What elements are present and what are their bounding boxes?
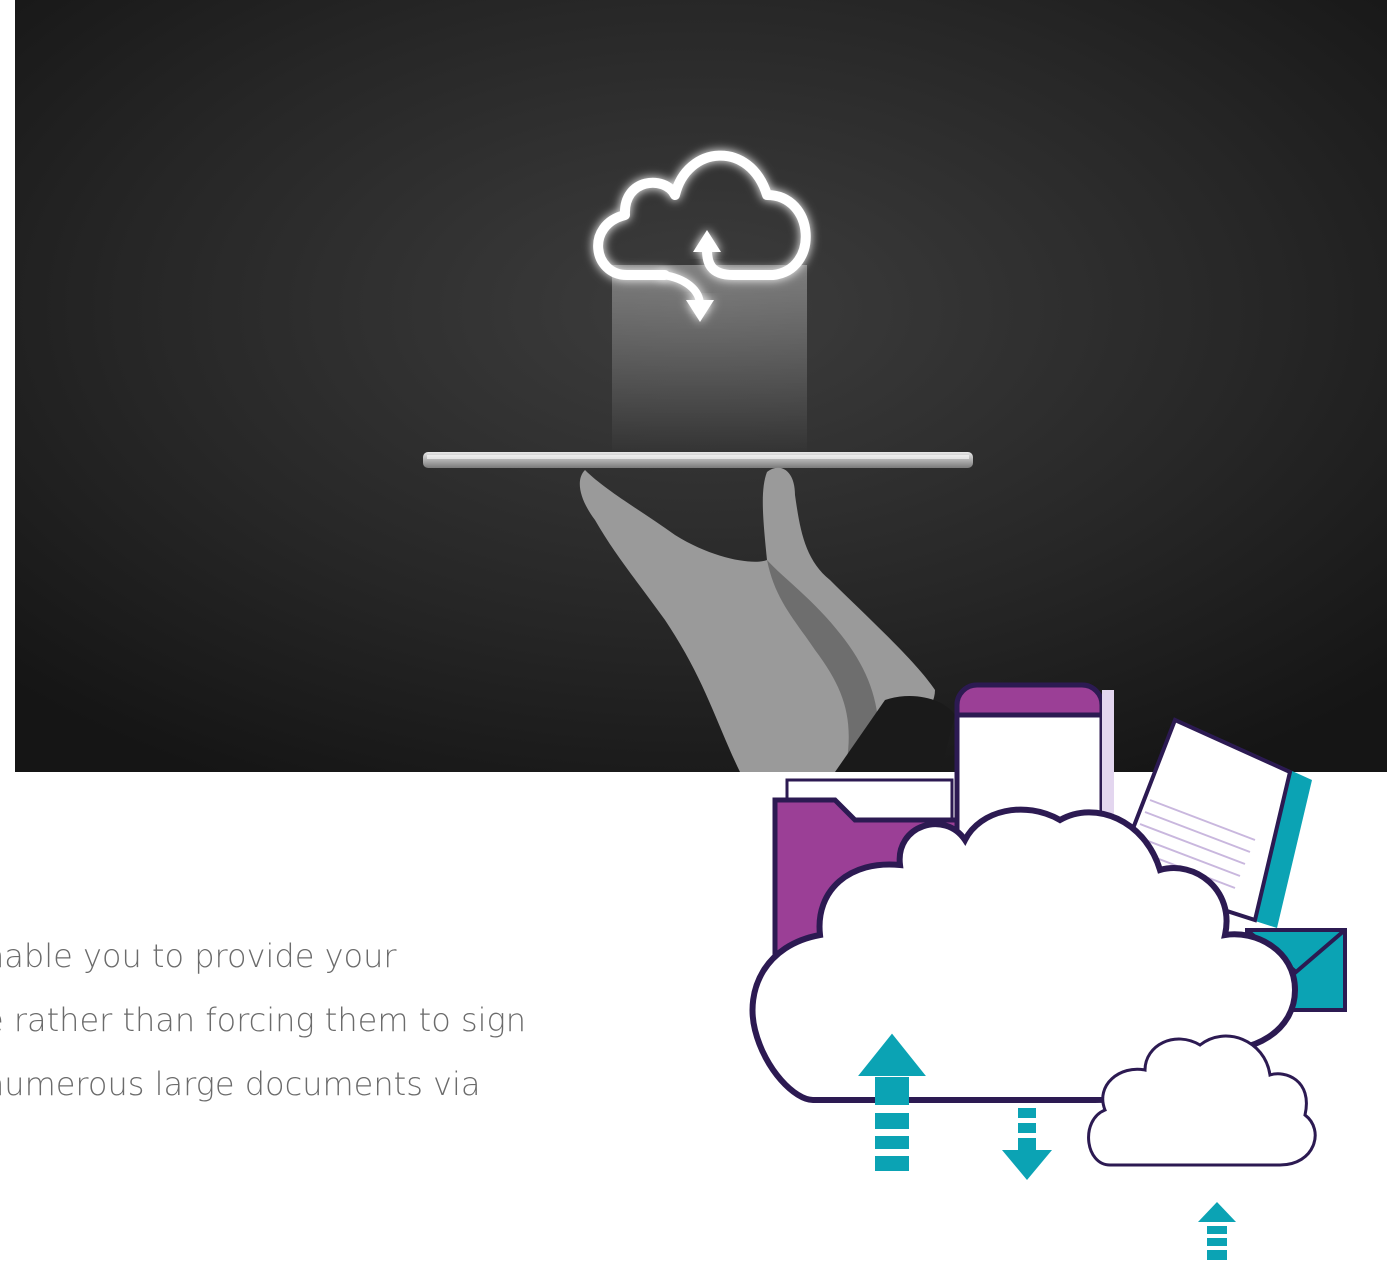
- hero-image: [15, 0, 1387, 772]
- body-text-line: numerous large documents via: [0, 1065, 481, 1103]
- body-text: nable you to provide your e rather than …: [0, 924, 760, 1116]
- cloud-storage-illustration: [735, 660, 1387, 1267]
- upload-arrow-small-icon: [1198, 1202, 1236, 1260]
- download-arrow-icon: [1002, 1108, 1052, 1180]
- body-text-line: e rather than forcing them to sign: [0, 1001, 526, 1039]
- body-text-line: nable you to provide your: [0, 937, 397, 975]
